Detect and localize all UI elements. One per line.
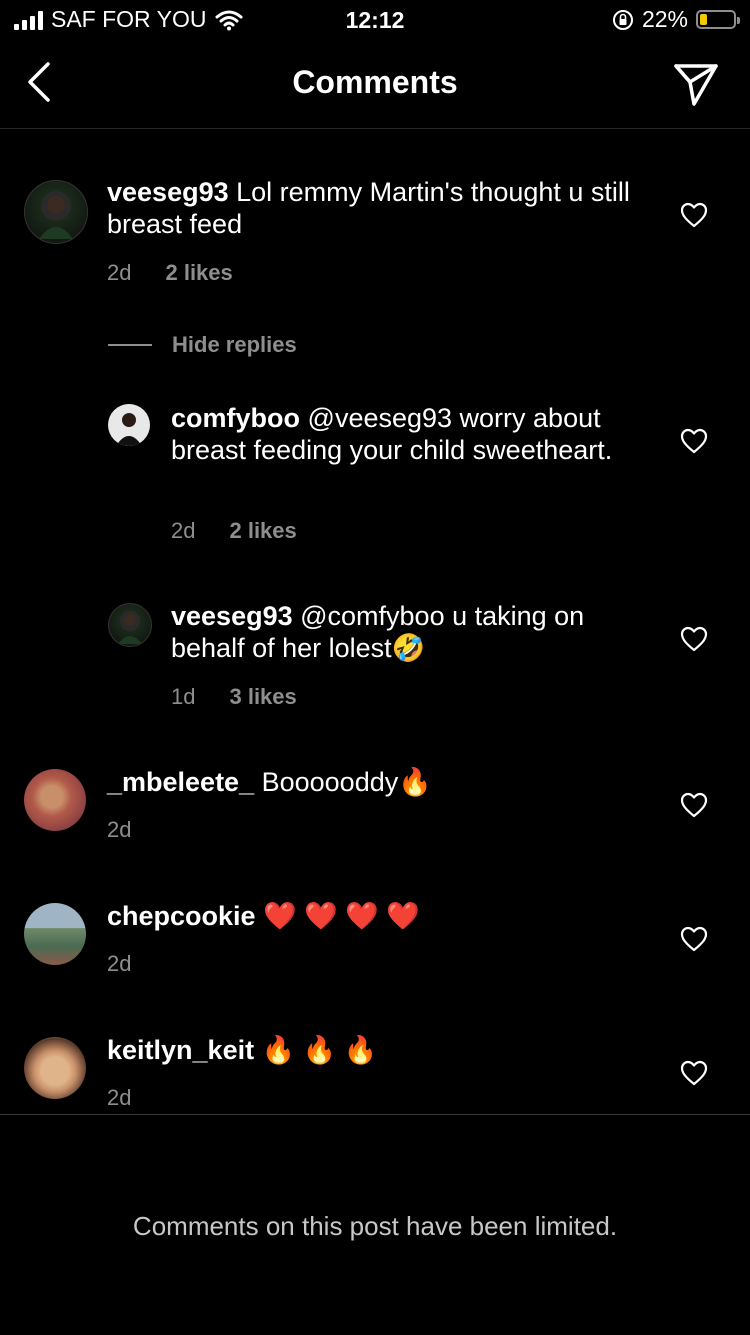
comment-username[interactable]: keitlyn_keit: [107, 1035, 254, 1065]
page-title: Comments: [292, 64, 458, 100]
reply-likes[interactable]: 3 likes: [229, 684, 296, 710]
divider-line: [108, 344, 152, 346]
heart-icon[interactable]: [680, 792, 708, 818]
comments-limited-footer: Comments on this post have been limited.: [0, 1114, 750, 1335]
reply-username[interactable]: veeseg93: [171, 601, 293, 631]
heart-icon[interactable]: [680, 202, 708, 228]
send-icon[interactable]: [672, 60, 720, 108]
avatar[interactable]: [24, 769, 86, 831]
avatar[interactable]: [24, 180, 88, 244]
comments-limited-notice: Comments on this post have been limited.: [132, 1211, 618, 1241]
heart-icon[interactable]: [680, 926, 708, 952]
reply-username[interactable]: comfyboo: [171, 403, 300, 433]
comment-time: 2d: [107, 1085, 132, 1110]
heart-icon[interactable]: [680, 428, 708, 454]
status-bar: SAF FOR YOU 12:12 22%: [0, 0, 750, 40]
battery-percent: 22%: [641, 6, 688, 32]
comment-text: ❤️ ❤️ ❤️ ❤️: [263, 901, 421, 931]
comment-username[interactable]: veeseg93: [107, 177, 229, 207]
comment-username[interactable]: chepcookie: [107, 901, 256, 931]
comment-text: 🔥 🔥 🔥: [261, 1035, 378, 1065]
reply-time: 2d: [171, 518, 196, 543]
battery-icon: [696, 10, 740, 29]
avatar[interactable]: [24, 1037, 86, 1099]
reply-likes[interactable]: 2 likes: [229, 518, 296, 544]
battery-fill: [700, 14, 708, 25]
hide-replies-label: Hide replies: [172, 332, 297, 357]
comment-time: 2d: [107, 817, 132, 842]
avatar[interactable]: [24, 903, 86, 965]
comment-username[interactable]: _mbeleete_: [107, 767, 254, 797]
hide-replies-button[interactable]: Hide replies: [108, 332, 297, 358]
comment-text: Boooooddy🔥: [261, 767, 432, 797]
avatar[interactable]: [108, 404, 150, 446]
orientation-lock-icon: [612, 9, 633, 30]
avatar[interactable]: [108, 603, 152, 647]
comment-time: 2d: [107, 951, 132, 976]
heart-icon[interactable]: [680, 626, 708, 652]
heart-icon[interactable]: [680, 1060, 708, 1086]
comment-time: 2d: [107, 260, 132, 285]
header: Comments: [0, 40, 750, 129]
comment-likes[interactable]: 2 likes: [165, 260, 232, 286]
reply-time: 1d: [171, 684, 196, 709]
